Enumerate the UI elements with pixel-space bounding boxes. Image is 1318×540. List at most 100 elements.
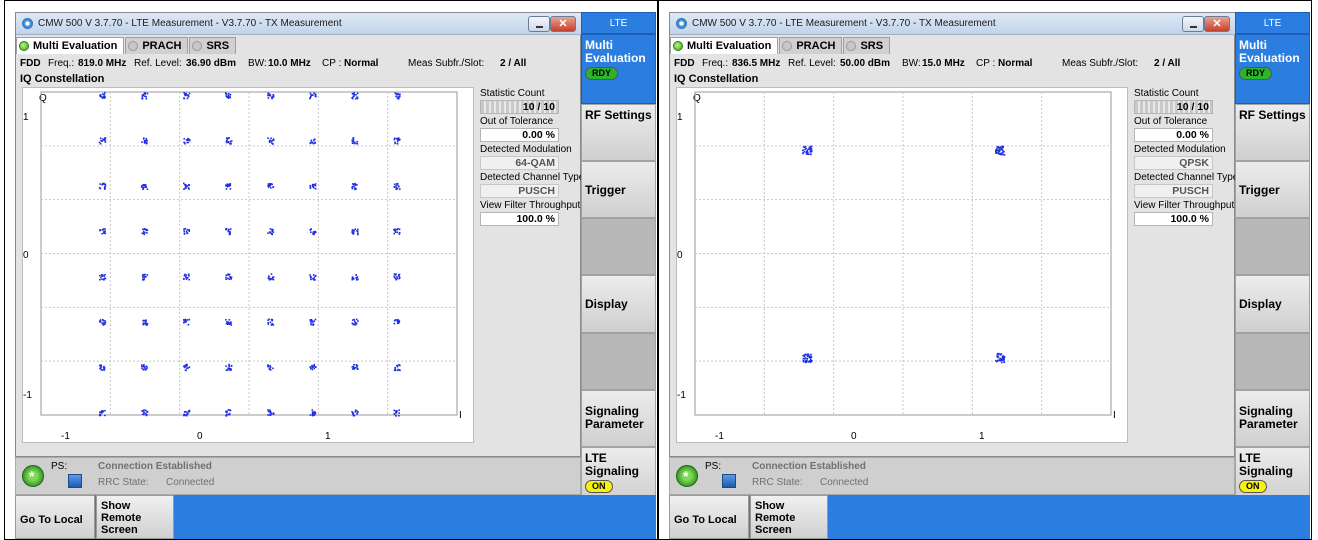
signaling-parameter-softkey[interactable]: Signaling Parameter bbox=[581, 390, 656, 447]
tab-multi-evaluation[interactable]: Multi Evaluation bbox=[670, 37, 779, 54]
display-softkey[interactable]: Display bbox=[1235, 275, 1310, 333]
x-tick-label: -1 bbox=[61, 431, 70, 442]
constellation-point bbox=[225, 137, 233, 145]
constellation-point bbox=[309, 363, 317, 371]
freq-label: Freq.: bbox=[702, 58, 729, 69]
lte-signaling-softkey[interactable]: LTE Signaling ON bbox=[1235, 447, 1310, 502]
tab-srs[interactable]: SRS bbox=[843, 37, 891, 54]
y-tick-label: -1 bbox=[677, 390, 686, 401]
empty-softkey[interactable] bbox=[1235, 218, 1310, 275]
app-logo-icon bbox=[676, 18, 687, 29]
x-tick-label: 0 bbox=[851, 431, 857, 442]
minimize-button[interactable] bbox=[1182, 16, 1204, 32]
out-of-tolerance-value: 0.00 % bbox=[1134, 128, 1213, 142]
constellation-point bbox=[393, 319, 401, 325]
constellation-point bbox=[99, 318, 107, 326]
empty-softkey[interactable] bbox=[581, 333, 656, 390]
empty-softkey[interactable] bbox=[581, 218, 656, 275]
x-tick-label: -1 bbox=[715, 431, 724, 442]
constellation-point bbox=[351, 137, 359, 145]
meas-slot-label: Meas Subfr./Slot: bbox=[1062, 58, 1139, 69]
empty-softkey[interactable] bbox=[1235, 333, 1310, 390]
go-to-local-button[interactable]: Go To Local bbox=[15, 495, 95, 539]
show-remote-screen-button[interactable]: Show Remote Screen bbox=[750, 495, 828, 539]
statistic-count-label: Statistic Count bbox=[480, 88, 545, 99]
i-axis-label: I bbox=[1113, 410, 1116, 421]
close-button[interactable]: ✕ bbox=[550, 16, 576, 32]
constellation-point bbox=[225, 363, 233, 372]
sidebar-header: LTE bbox=[581, 12, 656, 34]
detected-channel-value: PUSCH bbox=[1134, 184, 1213, 198]
measurement-window: CMW 500 V 3.7.70 - LTE Measurement - V3.… bbox=[15, 12, 585, 457]
constellation-point bbox=[267, 364, 274, 371]
constellation-point bbox=[393, 228, 401, 235]
show-remote-screen-button[interactable]: Show Remote Screen bbox=[96, 495, 174, 539]
out-of-tolerance-label: Out of Tolerance bbox=[1134, 116, 1208, 127]
constellation-point bbox=[140, 184, 149, 190]
tab-prach[interactable]: PRACH bbox=[779, 37, 843, 54]
constellation-point bbox=[267, 273, 275, 281]
tab-multi-evaluation[interactable]: Multi Evaluation bbox=[16, 37, 125, 54]
constellation-point bbox=[309, 138, 317, 145]
constellation-point bbox=[393, 273, 401, 281]
lte-signaling-softkey[interactable]: LTE Signaling ON bbox=[581, 447, 656, 502]
ps-label: PS: bbox=[705, 461, 722, 472]
multi-evaluation-softkey[interactable]: Multi Evaluation RDY bbox=[581, 34, 656, 104]
minimize-button[interactable] bbox=[528, 16, 550, 32]
x-tick-label: 1 bbox=[325, 431, 331, 442]
antenna-icon bbox=[676, 465, 698, 487]
detected-channel-label: Detected Channel Type bbox=[480, 172, 585, 183]
duplex-mode: FDD bbox=[674, 58, 695, 69]
statistic-count-label: Statistic Count bbox=[1134, 88, 1199, 99]
measurement-tabs: Multi Evaluation PRACH SRS bbox=[16, 37, 237, 54]
tab-prach[interactable]: PRACH bbox=[125, 37, 189, 54]
constellation-point bbox=[183, 92, 191, 100]
go-to-local-button[interactable]: Go To Local bbox=[669, 495, 749, 539]
y-tick-label: -1 bbox=[23, 390, 32, 401]
connection-status: Connection Established bbox=[752, 461, 866, 472]
detected-channel-label: Detected Channel Type bbox=[1134, 172, 1239, 183]
ref-level-label: Ref. Level: bbox=[788, 58, 836, 69]
monitor-icon bbox=[722, 474, 736, 488]
constellation-point bbox=[141, 273, 149, 281]
rrc-state-label: RRC State: bbox=[752, 477, 803, 488]
constellation-point bbox=[267, 137, 275, 145]
close-button[interactable]: ✕ bbox=[1204, 16, 1230, 32]
instrument-screen-1: CMW 500 V 3.7.70 - LTE Measurement - V3.… bbox=[4, 0, 658, 540]
rdy-badge: RDY bbox=[585, 67, 619, 80]
rdy-badge: RDY bbox=[1239, 67, 1273, 80]
trigger-softkey[interactable]: Trigger bbox=[581, 161, 656, 218]
constellation-point bbox=[99, 228, 107, 235]
constellation-point bbox=[802, 353, 813, 364]
filter-throughput-label: View Filter Throughput bbox=[480, 200, 581, 211]
section-title: IQ Constellation bbox=[20, 73, 105, 85]
cp-label: CP : bbox=[322, 58, 342, 69]
constellation-point bbox=[267, 228, 275, 236]
constellation-point bbox=[99, 273, 107, 281]
rf-settings-softkey[interactable]: RF Settings bbox=[581, 104, 656, 161]
statistics-panel: Statistic Count 10 / 10 Out of Tolerance… bbox=[1134, 87, 1239, 227]
meas-slot-label: Meas Subfr./Slot: bbox=[408, 58, 485, 69]
constellation-point bbox=[267, 183, 275, 189]
tab-srs[interactable]: SRS bbox=[189, 37, 237, 54]
rf-settings-softkey[interactable]: RF Settings bbox=[1235, 104, 1310, 161]
constellation-point bbox=[141, 137, 148, 145]
status-dot-icon bbox=[128, 41, 139, 51]
constellation-point bbox=[309, 274, 317, 281]
constellation-point bbox=[351, 274, 359, 281]
display-softkey[interactable]: Display bbox=[581, 275, 656, 333]
signaling-parameter-softkey[interactable]: Signaling Parameter bbox=[1235, 390, 1310, 447]
section-title: IQ Constellation bbox=[674, 73, 759, 85]
multi-evaluation-softkey[interactable]: Multi Evaluation RDY bbox=[1235, 34, 1310, 104]
softkey-sidebar: LTE Multi Evaluation RDY RF Settings Trig… bbox=[1235, 12, 1310, 502]
constellation-point bbox=[309, 318, 317, 326]
status-dot-icon bbox=[846, 41, 857, 51]
constellation-point bbox=[225, 183, 232, 190]
constellation-point bbox=[309, 92, 317, 100]
constellation-point bbox=[267, 92, 275, 100]
constellation-point bbox=[995, 145, 1006, 156]
trigger-softkey[interactable]: Trigger bbox=[1235, 161, 1310, 218]
constellation-point bbox=[225, 92, 232, 99]
instrument-screen-2: CMW 500 V 3.7.70 - LTE Measurement - V3.… bbox=[658, 0, 1312, 540]
cp-value: Normal bbox=[998, 58, 1033, 69]
